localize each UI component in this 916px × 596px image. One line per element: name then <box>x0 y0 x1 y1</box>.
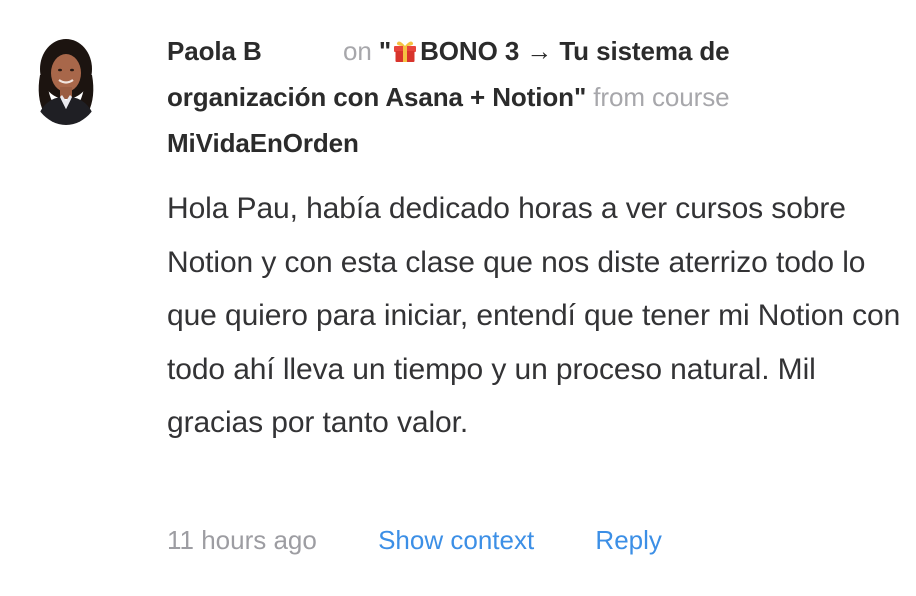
from-course-label: from course <box>593 82 730 112</box>
comment-card: Paola Bon " BONO 3 → Tu sistema de organ… <box>0 0 916 596</box>
close-quote: " <box>573 82 587 112</box>
avatar[interactable] <box>30 35 102 125</box>
timestamp: 11 hours ago <box>167 525 317 555</box>
author-name[interactable]: Paola B <box>167 28 343 74</box>
open-quote: " <box>378 36 392 66</box>
comment-header: Paola Bon " BONO 3 → Tu sistema de organ… <box>167 28 887 166</box>
course-name-link[interactable]: MiVidaEnOrden <box>167 128 359 158</box>
gift-icon <box>392 31 418 62</box>
on-label: on <box>343 36 372 66</box>
reply-link[interactable]: Reply <box>595 517 661 563</box>
comment-footer: 11 hours ago Show context Reply <box>167 517 662 563</box>
comment-text: Hola Pau, había dedicado horas a ver cur… <box>167 192 901 439</box>
avatar-image <box>30 35 102 125</box>
show-context-link[interactable]: Show context <box>378 517 534 563</box>
